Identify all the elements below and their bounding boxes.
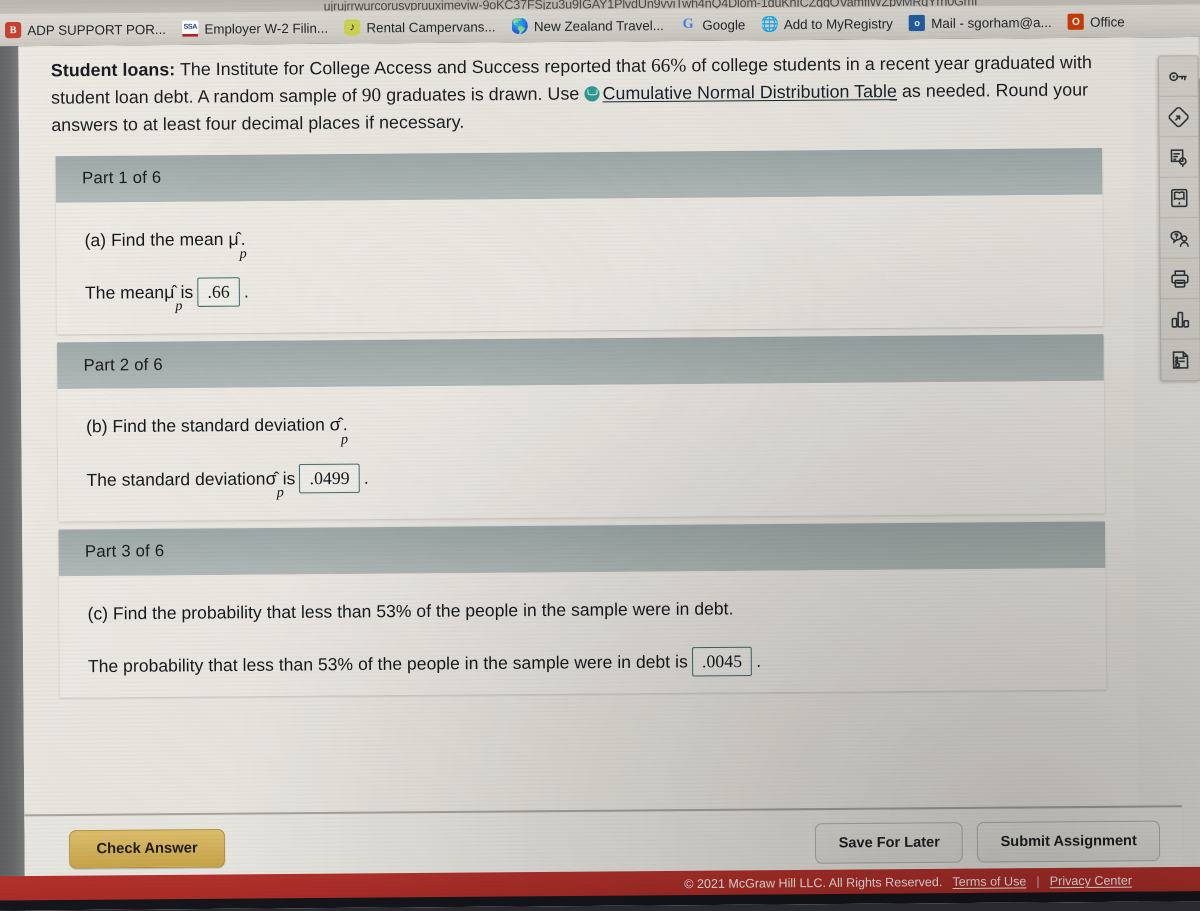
google-icon: G bbox=[680, 17, 696, 33]
part-3-answer-input[interactable]: .0045 bbox=[692, 647, 753, 677]
bookmark-employer-w2[interactable]: SSA Employer W-2 Filin... bbox=[175, 16, 337, 40]
part-card-3: Part 3 of 6 (c) Find the probability tha… bbox=[59, 521, 1107, 697]
sigma-p-hat-symbol: σ̂p bbox=[330, 417, 343, 435]
part-2-body: (b) Find the standard deviation σ̂p. The… bbox=[57, 381, 1104, 521]
part-card-2: Part 2 of 6 (b) Find the standard deviat… bbox=[57, 335, 1105, 522]
adp-icon: B bbox=[5, 22, 21, 38]
tool-rail bbox=[1158, 55, 1200, 381]
part-3-answer-line: The probability that less than 53% of th… bbox=[88, 644, 1080, 681]
part-2-answer-line: The standard deviation σ̂p is .0499 . bbox=[86, 458, 1078, 495]
footer-separator: | bbox=[1036, 874, 1039, 888]
part-1-answer-suffix: . bbox=[244, 282, 249, 303]
campervan-icon: ♪ bbox=[344, 19, 360, 35]
ssa-icon: SSA bbox=[182, 21, 198, 37]
greek-letter: μ bbox=[164, 284, 174, 302]
bookmark-mail[interactable]: o Mail - sgorham@a... bbox=[902, 11, 1061, 35]
part-1-prompt-prefix: (a) Find the mean bbox=[85, 229, 229, 250]
bookmark-label: Add to MyRegistry bbox=[784, 16, 893, 32]
table-link-badge-icon bbox=[584, 86, 599, 101]
part-3-body: (c) Find the probability that less than … bbox=[59, 568, 1106, 698]
part-1-answer-prefix: The mean bbox=[85, 282, 164, 304]
save-for-later-button[interactable]: Save For Later bbox=[815, 822, 963, 864]
key-icon[interactable] bbox=[1159, 56, 1198, 97]
part-3-answer-suffix: . bbox=[756, 651, 761, 672]
bookmark-adp-support[interactable]: B ADP SUPPORT POR... bbox=[0, 18, 175, 42]
bookmark-add-to-myregistry[interactable]: 🌐 Add to MyRegistry bbox=[754, 12, 902, 35]
note-pin-icon[interactable] bbox=[1160, 137, 1199, 178]
bookmark-label: New Zealand Travel... bbox=[534, 17, 664, 33]
ebook-icon[interactable] bbox=[1160, 178, 1199, 219]
cumulative-normal-distribution-table-link[interactable]: Cumulative Normal Distribution Table bbox=[602, 81, 897, 104]
bookmark-label: Google bbox=[702, 17, 745, 33]
question-sample-size: 90 bbox=[362, 85, 382, 106]
part-3-header: Part 3 of 6 bbox=[59, 521, 1106, 576]
part-card-1: Part 1 of 6 (a) Find the mean μ̂p. The m… bbox=[56, 148, 1104, 335]
worksheet-icon[interactable] bbox=[1161, 340, 1200, 381]
bookmark-google[interactable]: G Google bbox=[673, 13, 755, 36]
terms-of-use-link[interactable]: Terms of Use bbox=[952, 874, 1026, 889]
mu-p-hat-symbol: μ̂p bbox=[228, 231, 240, 249]
bookmark-label: Office bbox=[1090, 14, 1125, 29]
bookmark-label: ADP SUPPORT POR... bbox=[27, 21, 166, 37]
greek-letter: σ bbox=[330, 417, 341, 435]
part-2-answer-input[interactable]: .0499 bbox=[299, 463, 360, 493]
part-1-answer-input[interactable]: .66 bbox=[197, 278, 240, 308]
part-2-header: Part 2 of 6 bbox=[57, 335, 1104, 390]
mu-p-hat-symbol: μ̂p bbox=[164, 284, 176, 302]
bookmark-office[interactable]: O Office bbox=[1061, 10, 1134, 33]
question-body-1: The Institute for College Access and Suc… bbox=[175, 55, 651, 79]
greek-letter: σ bbox=[265, 470, 276, 488]
navigate-icon[interactable] bbox=[1159, 97, 1198, 138]
part-2-answer-mid: is bbox=[283, 468, 296, 489]
part-3-prompt: (c) Find the probability that less than … bbox=[87, 594, 1079, 625]
check-answer-button[interactable]: Check Answer bbox=[69, 828, 225, 868]
bookmark-label: Mail - sgorham@a... bbox=[931, 14, 1051, 30]
part-2-prompt: (b) Find the standard deviation σ̂p. bbox=[86, 408, 1078, 439]
office-icon: O bbox=[1068, 14, 1084, 30]
outlook-mail-icon: o bbox=[909, 15, 925, 31]
privacy-center-link[interactable]: Privacy Center bbox=[1050, 873, 1132, 888]
sigma-p-hat-symbol: σ̂p bbox=[265, 470, 278, 488]
question-stem: Student loans: The Institute for College… bbox=[34, 38, 1120, 149]
part-2-answer-prefix: The standard deviation bbox=[86, 468, 265, 491]
bookmark-label: Employer W-2 Filin... bbox=[204, 20, 328, 36]
action-bar-spacer bbox=[225, 843, 801, 848]
part-1-prompt: (a) Find the mean μ̂p. bbox=[85, 221, 1077, 252]
subscript-p: p bbox=[341, 432, 348, 451]
homework-page: Student loans: The Institute for College… bbox=[0, 37, 1200, 911]
content-column: Student loans: The Institute for College… bbox=[18, 38, 1138, 911]
globe-icon: 🌎 bbox=[512, 18, 528, 34]
submit-assignment-button[interactable]: Submit Assignment bbox=[977, 820, 1160, 862]
greek-letter: μ bbox=[228, 231, 238, 249]
bookmark-new-zealand-travel[interactable]: 🌎 New Zealand Travel... bbox=[505, 14, 673, 38]
myregistry-globe-icon: 🌐 bbox=[761, 16, 777, 32]
question-title: Student loans: bbox=[51, 59, 176, 80]
part-1-body: (a) Find the mean μ̂p. The mean μ̂p is .… bbox=[56, 195, 1103, 335]
copyright-text: © 2021 McGraw Hill LLC. All Rights Reser… bbox=[684, 875, 942, 891]
subscript-p: p bbox=[277, 485, 284, 501]
bookmark-rental-campervans[interactable]: ♪ Rental Campervans... bbox=[337, 15, 505, 39]
part-1-header: Part 1 of 6 bbox=[56, 148, 1103, 203]
subscript-p: p bbox=[240, 246, 247, 265]
chart-icon[interactable] bbox=[1161, 299, 1200, 340]
question-body-3: graduates is drawn. Use bbox=[381, 83, 584, 105]
part-3-answer-text: The probability that less than 53% of th… bbox=[88, 651, 688, 677]
part-1-answer-line: The mean μ̂p is .66 . bbox=[85, 271, 1077, 308]
question-percent-66: 66% bbox=[651, 55, 687, 77]
printer-icon[interactable] bbox=[1161, 259, 1200, 300]
bookmark-label: Rental Campervans... bbox=[366, 19, 495, 35]
subscript-p: p bbox=[175, 299, 182, 315]
ask-help-icon[interactable] bbox=[1160, 218, 1199, 259]
part-2-prompt-prefix: (b) Find the standard deviation bbox=[86, 415, 330, 437]
part-2-answer-suffix: . bbox=[364, 467, 369, 488]
